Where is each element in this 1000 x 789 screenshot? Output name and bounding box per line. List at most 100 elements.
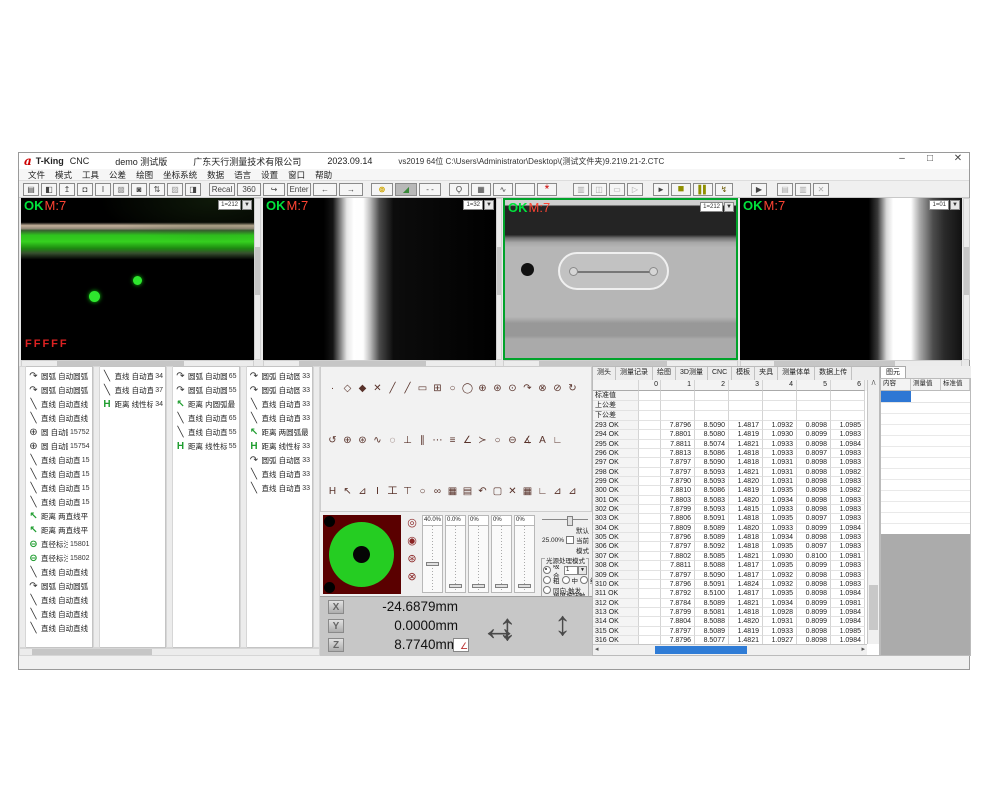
- elements-col-header[interactable]: 内容: [881, 379, 911, 390]
- light-mode-icon[interactable]: ◎: [404, 516, 420, 529]
- table-vscrollbar[interactable]: ᐱ: [867, 380, 879, 644]
- menu-item[interactable]: 窗口: [283, 169, 310, 181]
- ring-light-preview[interactable]: [323, 515, 401, 594]
- chevron-down-icon[interactable]: ▼: [242, 200, 252, 210]
- slider-track[interactable]: [515, 526, 534, 592]
- menu-item[interactable]: 数据: [202, 169, 229, 181]
- elements-col-header[interactable]: 标准值: [941, 379, 970, 390]
- measurement-row[interactable]: 306 OK 7.8797 8.5092 1.4818 1.0935 0.809…: [593, 542, 867, 551]
- tool-icon[interactable]: ⊿: [566, 485, 579, 499]
- feature-row[interactable]: ╲ 直线 自动直线 33: [247, 411, 313, 425]
- tool-icon[interactable]: ↻: [566, 382, 579, 396]
- light-slider[interactable]: 0%: [491, 515, 512, 593]
- measurement-row[interactable]: 312 OK 7.8784 8.5089 1.4821 1.0934 0.809…: [593, 599, 867, 608]
- camera4-vscrollbar[interactable]: [963, 198, 970, 360]
- feature-row[interactable]: ↷ 圆弧 自动圆弧: [26, 579, 92, 593]
- slider-track[interactable]: [423, 526, 442, 592]
- tool-icon[interactable]: ⊿: [356, 485, 369, 499]
- tool-icon[interactable]: ∞: [431, 485, 444, 499]
- selected-element-row[interactable]: [881, 391, 970, 403]
- results-tab[interactable]: 数据上传: [815, 367, 852, 380]
- radio-button[interactable]: [543, 566, 551, 574]
- tolerance-row[interactable]: 下公差: [593, 411, 867, 421]
- feature-row[interactable]: ╲ 直线 自动直线 55: [173, 425, 239, 439]
- measurement-row[interactable]: 314 OK 7.8804 8.5088 1.4820 1.0931 0.809…: [593, 617, 867, 626]
- menu-item[interactable]: 帮助: [310, 169, 337, 181]
- angle-jog-button[interactable]: ∠: [453, 638, 469, 652]
- toolbar-button[interactable]: ◨: [185, 183, 201, 196]
- toolbar-button[interactable]: [515, 183, 535, 196]
- measurement-row[interactable]: 304 OK 7.8809 8.5089 1.4820 1.0933 0.809…: [593, 524, 867, 533]
- toolbar-button[interactable]: ►: [653, 183, 669, 196]
- toolbar-button[interactable]: ▭: [609, 183, 625, 196]
- toolbar-button[interactable]: ⇅: [149, 183, 165, 196]
- slider-thumb[interactable]: [567, 516, 573, 526]
- feature-row[interactable]: H 距离 线性标注 55: [173, 439, 239, 453]
- toolbar-button[interactable]: ◫: [591, 183, 607, 196]
- feature-row[interactable]: ╲ 直线 自动直线: [26, 593, 92, 607]
- scroll-left-icon[interactable]: ◂: [595, 645, 599, 655]
- camera-pane-2[interactable]: OKM:7 1=32▼: [263, 198, 496, 360]
- measurement-row[interactable]: 305 OK 7.8796 8.5089 1.4818 1.0934 0.809…: [593, 533, 867, 542]
- menu-item[interactable]: 语言: [229, 169, 256, 181]
- menu-item[interactable]: 公差: [104, 169, 131, 181]
- mode-select[interactable]: 1▼: [564, 566, 587, 575]
- column-header[interactable]: 3: [729, 380, 763, 391]
- feature-row[interactable]: ╲ 直线 自动直线: [26, 397, 92, 411]
- feature-row[interactable]: ↖ 距离 两直线平均距: [26, 509, 92, 523]
- feature-row[interactable]: ╲ 直线 自动直线 15: [26, 481, 92, 495]
- menu-item[interactable]: 绘图: [131, 169, 158, 181]
- tool-icon[interactable]: ▦: [446, 485, 459, 499]
- close-button[interactable]: ✕: [951, 153, 965, 164]
- toolbar-button[interactable]: Recal: [209, 183, 235, 196]
- tool-icon[interactable]: ○: [491, 434, 504, 448]
- feature-row[interactable]: ╲ 直线 自动直线 15: [26, 495, 92, 509]
- feature-row[interactable]: ╲ 直线 自动直线: [26, 565, 92, 579]
- tool-icon[interactable]: ✕: [371, 382, 384, 396]
- toolbar-button[interactable]: ∿: [493, 183, 513, 196]
- measurement-row[interactable]: 307 OK 7.8802 8.5085 1.4821 1.0930 0.810…: [593, 552, 867, 561]
- scroll-up-icon[interactable]: ᐱ: [868, 380, 879, 389]
- results-tab[interactable]: 夹具: [755, 367, 778, 380]
- toolbar-button[interactable]: ◧: [41, 183, 57, 196]
- measurement-row[interactable]: 299 OK 7.8790 8.5093 1.4820 1.0931 0.809…: [593, 477, 867, 486]
- toolbar-button[interactable]: ⊚: [371, 183, 393, 196]
- tool-icon[interactable]: ≻: [476, 434, 489, 448]
- zoom-select[interactable]: 1=01▼: [929, 200, 960, 209]
- results-tab[interactable]: 测量记录: [616, 367, 653, 380]
- feature-row[interactable]: ↷ 圆弧 自动圆弧 33: [247, 383, 313, 397]
- toolbar-button[interactable]: ◘: [77, 183, 93, 196]
- measurement-row[interactable]: 300 OK 7.8810 8.5086 1.4819 1.0935 0.809…: [593, 486, 867, 495]
- tool-icon[interactable]: ≡: [446, 434, 459, 448]
- feature-vscrollbar[interactable]: [313, 366, 320, 648]
- tool-icon[interactable]: ∥: [416, 434, 429, 448]
- radio-button[interactable]: [543, 576, 551, 584]
- tool-icon[interactable]: ⊕: [476, 382, 489, 396]
- feature-row[interactable]: ↷ 圆弧 自动圆弧: [26, 369, 92, 383]
- light-slider[interactable]: 0.0%: [445, 515, 466, 593]
- toolbar-button[interactable]: - -: [419, 183, 441, 196]
- elements-tab[interactable]: 图元: [880, 366, 906, 378]
- tolerance-row[interactable]: 标准值: [593, 391, 867, 401]
- zoom-select[interactable]: 1=212▼: [218, 200, 252, 209]
- toolbar-button[interactable]: ▶: [751, 183, 767, 196]
- tool-icon[interactable]: ⊥: [401, 434, 414, 448]
- camera1-vscrollbar[interactable]: [254, 198, 261, 360]
- feature-row[interactable]: ╲ 直线 自动直线 15: [26, 453, 92, 467]
- feature-row[interactable]: ╲ 直线 自动直线: [26, 621, 92, 635]
- intensity-slider[interactable]: [542, 516, 588, 524]
- xy-jog-control[interactable]: ↔ ↕: [480, 609, 544, 649]
- scrollbar-thumb[interactable]: [655, 646, 747, 654]
- light-mode-icon[interactable]: ⊗: [404, 570, 420, 583]
- feature-row[interactable]: ↷ 圆弧 自动圆弧: [26, 383, 92, 397]
- feature-vscrollbar[interactable]: [93, 366, 100, 648]
- tool-icon[interactable]: ▢: [491, 485, 504, 499]
- toolbar-button[interactable]: 360: [237, 183, 261, 196]
- menu-item[interactable]: 设置: [256, 169, 283, 181]
- slider-track[interactable]: [469, 526, 488, 592]
- results-tab[interactable]: 测头: [593, 367, 616, 380]
- results-tab[interactable]: 模板: [732, 367, 755, 380]
- slider-thumb[interactable]: [449, 584, 462, 588]
- radio-button[interactable]: [562, 576, 570, 584]
- column-header[interactable]: 0: [639, 380, 661, 391]
